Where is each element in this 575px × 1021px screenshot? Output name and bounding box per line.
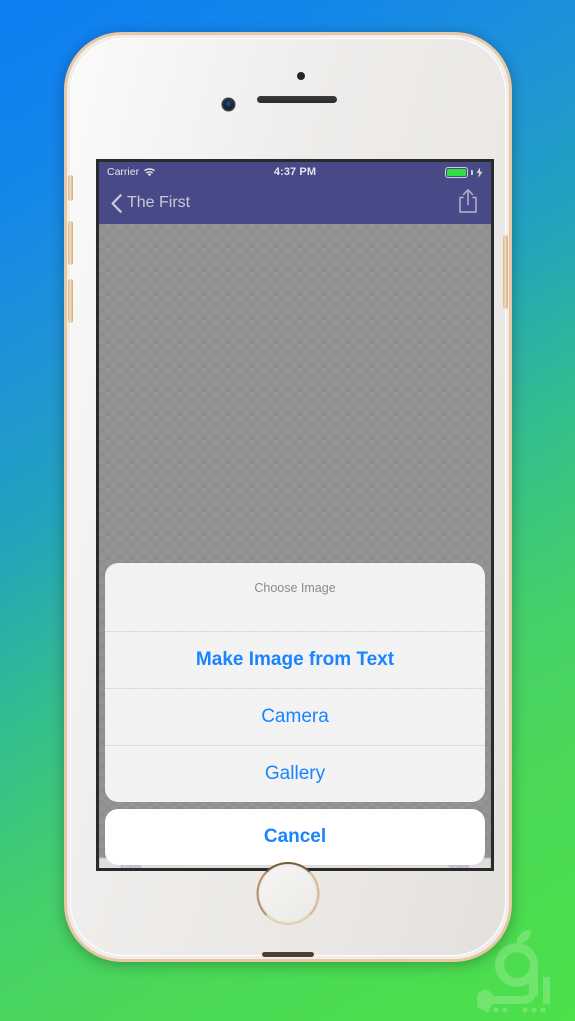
iphone-device-frame: Carrier 4:37 PM The First Fonts Share Ch…	[64, 32, 512, 962]
status-bar-right	[445, 166, 483, 178]
back-button[interactable]: The First	[111, 193, 191, 213]
share-button[interactable]	[457, 188, 479, 219]
action-camera[interactable]: Camera	[105, 689, 485, 746]
battery-cap	[471, 169, 473, 175]
action-sheet-cancel-group: Cancel	[105, 809, 485, 865]
back-button-label: The First	[127, 194, 191, 211]
home-button[interactable]	[256, 862, 320, 925]
action-gallery[interactable]: Gallery	[105, 746, 485, 802]
battery-icon	[445, 166, 468, 178]
lightning-bolt-icon	[476, 166, 483, 178]
earpiece-speaker	[257, 96, 337, 103]
screenshot-scene: Carrier 4:37 PM The First Fonts Share Ch…	[0, 0, 575, 1021]
navigation-bar: The First	[99, 182, 491, 224]
image-canvas-area[interactable]: Fonts Share Choose Image Make Image from…	[99, 224, 491, 868]
status-bar: Carrier 4:37 PM	[99, 162, 491, 182]
battery-fill	[447, 168, 466, 176]
action-sheet-main-group: Choose Image Make Image from Text Camera…	[105, 563, 485, 802]
bottom-antenna-notch	[262, 952, 314, 957]
proximity-sensor-icon	[297, 72, 305, 80]
share-icon	[459, 188, 477, 213]
action-sheet-title: Choose Image	[105, 563, 485, 632]
action-sheet: Choose Image Make Image from Text Camera…	[105, 563, 485, 865]
action-make-image-from-text[interactable]: Make Image from Text	[105, 632, 485, 689]
phone-body: Carrier 4:37 PM The First Fonts Share Ch…	[68, 38, 508, 957]
volume-up-button[interactable]	[68, 221, 73, 265]
volume-down-button[interactable]	[68, 279, 73, 323]
front-camera-icon	[223, 99, 234, 110]
cancel-button[interactable]: Cancel	[105, 809, 485, 865]
chevron-left-icon	[111, 193, 122, 213]
phone-screen: Carrier 4:37 PM The First Fonts Share Ch…	[96, 159, 494, 871]
power-button[interactable]	[503, 235, 508, 309]
silent-switch-button[interactable]	[68, 175, 73, 201]
status-bar-clock: 4:37 PM	[273, 166, 317, 178]
